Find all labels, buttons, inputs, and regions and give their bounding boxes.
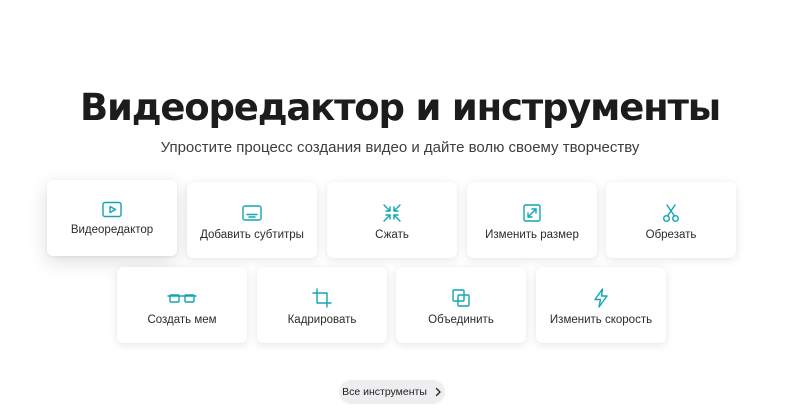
subtitles-icon xyxy=(241,202,263,224)
chevron-right-icon xyxy=(434,387,442,397)
tool-card-label: Изменить размер xyxy=(485,229,579,241)
tool-card-label: Объединить xyxy=(428,314,494,326)
tool-card-label: Добавить субтитры xyxy=(200,229,304,241)
compress-icon xyxy=(381,202,403,224)
tool-card-label: Видеоредактор xyxy=(70,224,154,236)
glasses-icon xyxy=(167,287,197,309)
tool-card-add-subtitles[interactable]: Добавить субтитры xyxy=(187,182,317,258)
lightning-icon xyxy=(590,287,612,309)
tool-card-compress[interactable]: Сжать xyxy=(327,182,457,258)
tool-card-create-meme[interactable]: Создать мем xyxy=(117,267,247,343)
page-title: Видеоредактор и инструменты xyxy=(80,86,721,129)
crop-icon xyxy=(311,287,333,309)
tool-card-label: Кадрировать xyxy=(287,314,357,326)
tool-card-resize[interactable]: Изменить размер xyxy=(467,182,597,258)
page-subtitle: Упростите процесс создания видео и дайте… xyxy=(160,139,640,156)
tools-hero-section: Видеоредактор и инструменты Упростите пр… xyxy=(0,0,800,415)
tool-card-label: Изменить скорость xyxy=(549,314,653,326)
tool-card-label: Создать мем xyxy=(147,314,217,326)
all-tools-label: Все инструменты xyxy=(342,386,427,398)
merge-icon xyxy=(450,287,472,309)
tool-card-crop[interactable]: Кадрировать xyxy=(257,267,387,343)
all-tools-button[interactable]: Все инструменты xyxy=(339,380,445,404)
scissors-icon xyxy=(660,202,682,224)
tool-card-change-speed[interactable]: Изменить скорость xyxy=(536,267,666,343)
tool-card-trim[interactable]: Обрезать xyxy=(606,182,736,258)
tool-card-video-editor[interactable]: Видеоредактор xyxy=(47,180,177,256)
tool-card-merge[interactable]: Объединить xyxy=(396,267,526,343)
tool-card-label: Сжать xyxy=(375,229,409,241)
play-icon xyxy=(101,199,123,221)
tool-card-label: Обрезать xyxy=(645,229,697,241)
resize-icon xyxy=(521,202,543,224)
